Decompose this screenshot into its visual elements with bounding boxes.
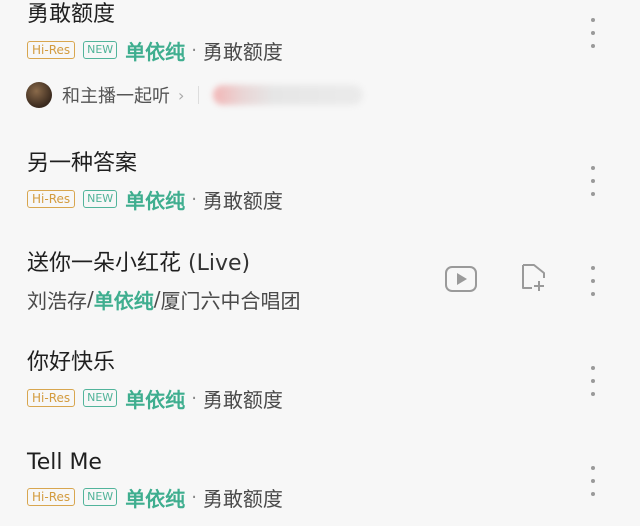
song-meta: Hi-Res NEW 单依纯 · 勇敢额度 (27, 483, 283, 512)
song-meta: Hi-Res NEW 单依纯 · 勇敢额度 (27, 384, 283, 413)
album-name: 勇敢额度 (202, 188, 283, 213)
artist-name[interactable]: 刘浩存 (27, 285, 87, 314)
song-row[interactable]: Tell Me Hi-Res NEW 单依纯 · 勇敢额度 (0, 440, 640, 526)
album-name: 勇敢额度 (202, 486, 283, 511)
album-name: 勇敢额度 (202, 387, 283, 412)
more-options-icon[interactable] (586, 266, 600, 296)
artist-link[interactable]: 单依纯 (94, 285, 154, 314)
more-options-icon[interactable] (586, 166, 600, 196)
artist-link[interactable]: 单依纯 (125, 384, 185, 413)
blurred-host-name (213, 85, 364, 105)
chevron-right-icon: › (178, 85, 185, 105)
more-options-icon[interactable] (586, 466, 600, 496)
artist-link[interactable]: 单依纯 (125, 185, 185, 214)
host-avatar (26, 82, 52, 108)
listen-with-host-row[interactable]: 和主播一起听 › (26, 80, 364, 110)
new-badge: NEW (83, 41, 118, 59)
artist-separator: / (153, 287, 161, 311)
song-row[interactable]: 勇敢额度 Hi-Res NEW 单依纯 · 勇敢额度 (0, 0, 640, 140)
artist-link[interactable]: 单依纯 (125, 36, 185, 65)
hires-badge: Hi-Res (27, 190, 76, 208)
video-play-icon[interactable] (444, 264, 478, 294)
song-title: Tell Me (27, 450, 102, 475)
listen-with-host-label: 和主播一起听 (62, 86, 170, 107)
song-meta: Hi-Res NEW 单依纯 · 勇敢额度 (27, 36, 283, 65)
song-title: 你好快乐 (27, 350, 116, 375)
new-badge: NEW (83, 190, 118, 208)
album-name: 勇敢额度 (202, 39, 283, 64)
more-options-icon[interactable] (586, 366, 600, 396)
separator-dot: · (191, 486, 197, 508)
add-to-playlist-icon[interactable] (520, 262, 548, 294)
song-row[interactable]: 送你一朵小红花 (Live) 刘浩存 / 单依纯 / 厦门六中合唱团 (0, 240, 640, 340)
separator-dot: · (191, 188, 197, 210)
hires-badge: Hi-Res (27, 488, 76, 506)
song-title-suffix: (Live) (188, 251, 251, 276)
new-badge: NEW (83, 389, 118, 407)
artist-name[interactable]: 厦门六中合唱团 (161, 285, 301, 314)
song-row[interactable]: 你好快乐 Hi-Res NEW 单依纯 · 勇敢额度 (0, 340, 640, 440)
song-title-text: 送你一朵小红花 (27, 251, 182, 276)
separator-dot: · (191, 39, 197, 61)
more-options-icon[interactable] (586, 18, 600, 48)
hires-badge: Hi-Res (27, 389, 76, 407)
divider (198, 86, 200, 104)
song-row[interactable]: 另一种答案 Hi-Res NEW 单依纯 · 勇敢额度 (0, 140, 640, 240)
hires-badge: Hi-Res (27, 41, 76, 59)
song-title: 另一种答案 (27, 151, 138, 176)
separator-dot: · (191, 387, 197, 409)
song-title: 勇敢额度 (27, 2, 116, 27)
song-title: 送你一朵小红花 (Live) (27, 251, 250, 277)
new-badge: NEW (83, 488, 118, 506)
artist-separator: / (87, 287, 94, 311)
song-meta: Hi-Res NEW 单依纯 · 勇敢额度 (27, 185, 283, 214)
song-meta: 刘浩存 / 单依纯 / 厦门六中合唱团 (27, 285, 301, 314)
artist-link[interactable]: 单依纯 (125, 483, 185, 512)
